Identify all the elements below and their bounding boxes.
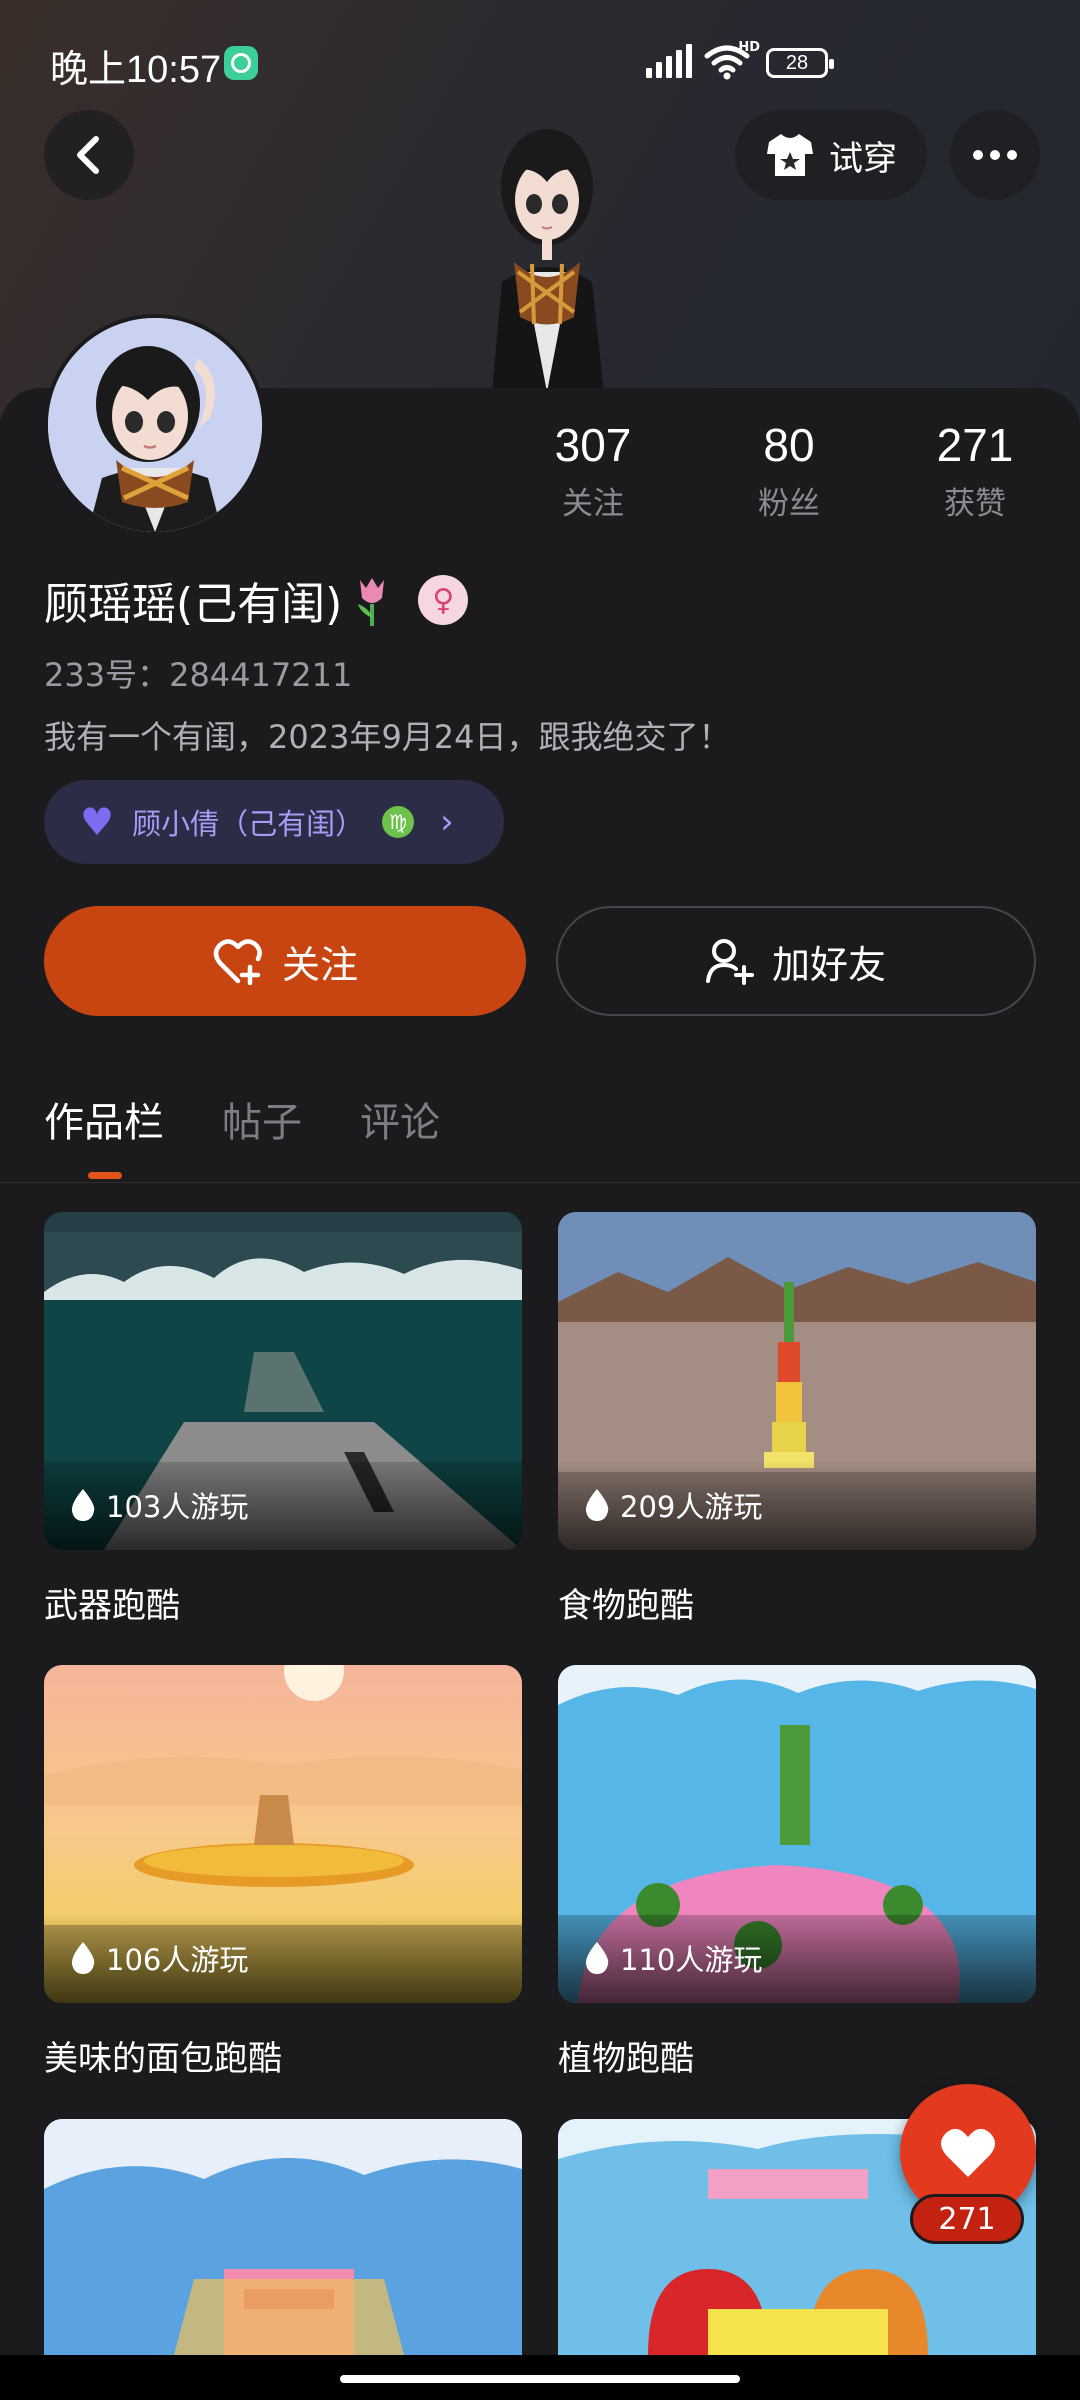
active-tab-indicator bbox=[88, 1172, 122, 1179]
work-card[interactable]: 209人游玩 食物跑酷 bbox=[558, 1212, 1036, 1627]
work-card[interactable]: 110人游玩 植物跑酷 bbox=[558, 1665, 1036, 2080]
female-gender-icon: ♀ bbox=[418, 575, 469, 625]
work-title: 植物跑酷 bbox=[558, 2039, 694, 2079]
work-title: 食物跑酷 bbox=[558, 1586, 694, 1626]
dot-icon bbox=[990, 150, 1000, 160]
best-friend-chip[interactable]: ♥ 顾小倩（己有闺） ♍ › bbox=[44, 780, 504, 864]
flame-icon bbox=[71, 1942, 95, 1974]
more-options-button[interactable] bbox=[950, 110, 1040, 200]
work-thumbnail: 106人游玩 bbox=[44, 1665, 522, 2003]
stat-followers-count: 80 bbox=[763, 419, 815, 471]
shirt-icon bbox=[767, 134, 813, 176]
play-count-label: 106人游玩 bbox=[106, 1943, 249, 1977]
heart-plus-icon bbox=[213, 939, 262, 985]
work-thumbnail bbox=[44, 2119, 522, 2355]
tab-posts[interactable]: 帖子 bbox=[222, 1090, 302, 1148]
play-count-label: 103人游玩 bbox=[106, 1490, 249, 1524]
chevron-right-icon: › bbox=[440, 802, 454, 842]
play-count: 103人游玩 bbox=[44, 1460, 522, 1550]
home-indicator[interactable] bbox=[340, 2375, 740, 2383]
app-notification-icon bbox=[224, 46, 258, 80]
battery-indicator: 28 bbox=[766, 48, 834, 78]
work-thumbnail: 103人游玩 bbox=[44, 1212, 522, 1550]
stat-following[interactable]: 307 关注 bbox=[518, 418, 668, 523]
profile-tabs: 作品栏 帖子 评论 bbox=[44, 1090, 440, 1148]
work-card[interactable] bbox=[44, 2119, 522, 2355]
work-title: 美味的面包跑酷 bbox=[44, 2039, 282, 2079]
play-count: 110人游玩 bbox=[558, 1913, 1036, 2003]
avatar[interactable] bbox=[44, 314, 266, 536]
stat-followers-label: 粉丝 bbox=[758, 486, 820, 522]
work-card[interactable]: 106人游玩 美味的面包跑酷 bbox=[44, 1665, 522, 2080]
play-count-label: 209人游玩 bbox=[620, 1490, 763, 1524]
wifi-icon bbox=[704, 45, 750, 80]
name-row: 顾瑶瑶(己有闺) ♀ bbox=[44, 568, 469, 632]
signal-icon bbox=[646, 44, 692, 78]
status-time: 晚上10:57 bbox=[50, 49, 222, 91]
chevron-left-icon bbox=[77, 136, 99, 174]
avatar-image bbox=[48, 318, 262, 532]
stat-likes-label: 获赞 bbox=[944, 486, 1006, 522]
work-card[interactable]: 103人游玩 武器跑酷 bbox=[44, 1212, 522, 1627]
dot-icon bbox=[1007, 150, 1017, 160]
virgo-icon: ♍ bbox=[382, 806, 415, 838]
avatar-3d-character bbox=[492, 129, 604, 392]
play-count: 209人游玩 bbox=[558, 1460, 1036, 1550]
tab-comments[interactable]: 评论 bbox=[360, 1090, 440, 1148]
try-on-button[interactable]: 试穿 bbox=[735, 110, 927, 200]
back-button[interactable] bbox=[44, 110, 134, 200]
stat-following-label: 关注 bbox=[562, 486, 624, 522]
play-count: 106人游玩 bbox=[44, 1913, 522, 2003]
stat-followers[interactable]: 80 粉丝 bbox=[714, 418, 864, 523]
profile-name: 顾瑶瑶(己有闺) bbox=[44, 579, 343, 630]
try-on-label: 试穿 bbox=[829, 138, 897, 179]
follow-label: 关注 bbox=[281, 942, 358, 987]
stat-following-count: 307 bbox=[554, 419, 632, 471]
flame-icon bbox=[585, 1942, 609, 1974]
work-title: 武器跑酷 bbox=[44, 1586, 180, 1626]
stat-likes-count: 271 bbox=[936, 419, 1014, 471]
add-friend-label: 加好友 bbox=[771, 942, 886, 987]
flame-icon bbox=[585, 1489, 609, 1521]
divider bbox=[0, 1182, 1080, 1183]
like-count: 271 bbox=[910, 2194, 1024, 2244]
heart-icon bbox=[941, 2128, 995, 2177]
tulip-icon bbox=[358, 578, 385, 626]
stat-likes[interactable]: 271 获赞 bbox=[900, 418, 1050, 523]
follow-button[interactable]: 关注 bbox=[44, 906, 526, 1016]
flame-icon bbox=[71, 1489, 95, 1521]
best-friend-name: 顾小倩（己有闺） bbox=[132, 807, 365, 841]
dot-icon bbox=[973, 150, 983, 160]
play-count-label: 110人游玩 bbox=[620, 1943, 763, 1977]
work-thumbnail: 110人游玩 bbox=[558, 1665, 1036, 2003]
tab-works[interactable]: 作品栏 bbox=[44, 1090, 164, 1148]
add-user-icon bbox=[705, 939, 754, 985]
work-thumbnail: 209人游玩 bbox=[558, 1212, 1036, 1550]
add-friend-button[interactable]: 加好友 bbox=[556, 906, 1036, 1016]
user-id: 233号：284417211 bbox=[44, 656, 353, 694]
bio: 我有一个有闺，2023年9月24日，跟我绝交了！ bbox=[44, 718, 731, 756]
purple-heart-icon: ♥ bbox=[80, 800, 115, 844]
